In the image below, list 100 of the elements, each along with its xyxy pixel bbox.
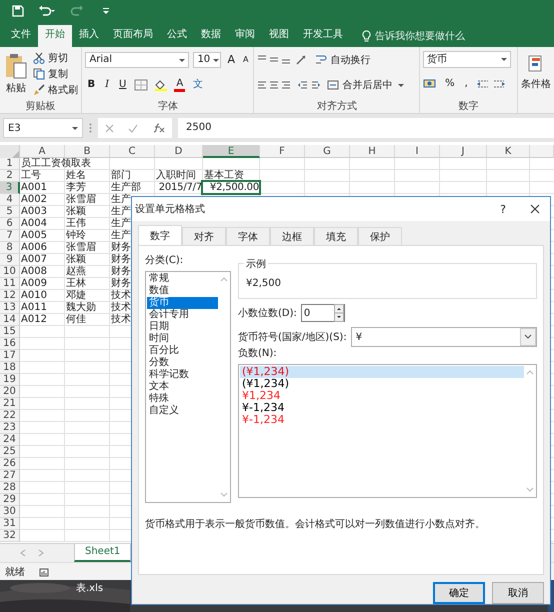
borders-icon[interactable] bbox=[134, 79, 148, 91]
row-header[interactable]: 27 bbox=[0, 470, 20, 482]
ribbon-tab[interactable]: 页面布局 bbox=[106, 25, 160, 47]
row-header[interactable]: 20 bbox=[0, 386, 20, 398]
negative-format-item[interactable]: ¥-1,234 bbox=[240, 402, 524, 414]
category-item[interactable]: 日期 bbox=[147, 321, 218, 333]
category-item[interactable]: 自定义 bbox=[147, 405, 218, 417]
save-icon[interactable] bbox=[12, 5, 24, 17]
category-item[interactable]: 科学记数 bbox=[147, 369, 218, 381]
align-icons[interactable] bbox=[257, 54, 292, 66]
merge-center-button[interactable]: 合并后居中 bbox=[327, 78, 404, 92]
shrink-font-button[interactable]: A bbox=[240, 53, 250, 67]
column-header[interactable]: H bbox=[350, 145, 395, 158]
dialog-tab[interactable]: 保护 bbox=[358, 227, 402, 245]
row-header[interactable]: 24 bbox=[0, 434, 20, 446]
row-header[interactable]: 15 bbox=[0, 326, 20, 338]
category-item[interactable]: 时间 bbox=[147, 333, 218, 345]
underline-button[interactable]: U bbox=[117, 78, 128, 92]
font-name-field[interactable]: Arial bbox=[85, 52, 190, 68]
row-header[interactable]: 5 bbox=[0, 206, 20, 218]
row-header[interactable]: 30 bbox=[0, 506, 20, 518]
ribbon-tab[interactable]: 数据 bbox=[194, 25, 228, 47]
row-header[interactable]: 19 bbox=[0, 374, 20, 386]
conditional-format-button[interactable]: 条件格 bbox=[521, 51, 551, 91]
phonetic-button[interactable]: 文 bbox=[191, 78, 206, 92]
category-item[interactable]: 会计专用 bbox=[147, 309, 218, 321]
grow-font-button[interactable]: A bbox=[225, 53, 237, 67]
negative-format-item[interactable]: ¥-1,234 bbox=[240, 414, 524, 426]
dialog-tab[interactable]: 边框 bbox=[270, 227, 314, 245]
percent-button[interactable]: % bbox=[443, 77, 457, 91]
negative-format-item[interactable]: ¥1,234 bbox=[240, 390, 524, 402]
ribbon-tab[interactable]: 视图 bbox=[262, 25, 296, 47]
customize-icon[interactable] bbox=[102, 7, 110, 15]
dialog-button[interactable]: 确定 bbox=[433, 582, 485, 604]
row-header[interactable]: 29 bbox=[0, 494, 20, 506]
font-color-button[interactable]: A bbox=[174, 78, 186, 92]
column-header[interactable]: K bbox=[487, 145, 530, 158]
category-item[interactable]: 分数 bbox=[147, 357, 218, 369]
ribbon-tab[interactable]: 插入 bbox=[72, 25, 106, 47]
row-header[interactable]: 23 bbox=[0, 422, 20, 434]
macro-record-icon[interactable] bbox=[39, 566, 49, 576]
row-header[interactable]: 4 bbox=[0, 194, 20, 206]
row-header[interactable]: 11 bbox=[0, 278, 20, 290]
file-label[interactable]: 表.xls bbox=[76, 581, 104, 595]
wrap-text-button[interactable]: 自动换行 bbox=[315, 53, 370, 67]
row-header[interactable]: 6 bbox=[0, 218, 20, 230]
category-item[interactable]: 文本 bbox=[147, 381, 218, 393]
copy-button[interactable]: 复制 bbox=[33, 67, 78, 81]
row-header[interactable]: 31 bbox=[0, 518, 20, 530]
column-header[interactable]: G bbox=[305, 145, 350, 158]
row-header[interactable]: 21 bbox=[0, 398, 20, 410]
ribbon-tab[interactable]: 开始 bbox=[38, 25, 72, 47]
row-header[interactable]: 32 bbox=[0, 530, 20, 542]
category-item[interactable]: 常规 bbox=[147, 273, 218, 285]
category-item[interactable]: 特殊 bbox=[147, 393, 218, 405]
row-header[interactable]: 16 bbox=[0, 338, 20, 350]
sheet-tab[interactable]: Sheet1 bbox=[74, 544, 132, 562]
bold-button[interactable]: B bbox=[85, 78, 98, 92]
justify-icons[interactable] bbox=[257, 79, 292, 91]
close-icon[interactable] bbox=[530, 204, 540, 214]
tell-me-search[interactable]: 告诉我你想要做什么 bbox=[375, 29, 465, 43]
dialog-tab[interactable]: 数字 bbox=[138, 225, 182, 245]
category-item[interactable]: 货币 bbox=[147, 297, 218, 309]
paste-button[interactable]: 粘贴 bbox=[3, 51, 29, 99]
row-header[interactable]: 25 bbox=[0, 446, 20, 458]
decimals-spinner[interactable]: 0 bbox=[300, 304, 345, 322]
column-header[interactable]: A bbox=[20, 145, 65, 158]
column-header[interactable]: J bbox=[440, 145, 487, 158]
undo-icon[interactable] bbox=[38, 5, 56, 17]
row-header[interactable]: 13 bbox=[0, 302, 20, 314]
row-header[interactable]: 1 bbox=[0, 158, 20, 170]
function-icon[interactable] bbox=[152, 123, 165, 133]
row-header[interactable]: 10 bbox=[0, 266, 20, 278]
row-header[interactable]: 18 bbox=[0, 362, 20, 374]
row-header[interactable]: 9 bbox=[0, 254, 20, 266]
indent-icons[interactable] bbox=[297, 79, 322, 91]
comma-button[interactable]: , bbox=[462, 77, 470, 91]
column-header[interactable]: C bbox=[110, 145, 155, 158]
column-header[interactable]: I bbox=[395, 145, 440, 158]
accounting-icon[interactable] bbox=[423, 78, 438, 90]
row-header[interactable]: 2 bbox=[0, 170, 20, 182]
row-header[interactable]: 8 bbox=[0, 242, 20, 254]
row-header[interactable]: 17 bbox=[0, 350, 20, 362]
column-header[interactable]: D bbox=[155, 145, 203, 158]
number-format-field[interactable]: 货币 bbox=[423, 51, 512, 68]
row-header[interactable]: 12 bbox=[0, 290, 20, 302]
spin-arrows-icon[interactable] bbox=[334, 304, 344, 322]
ribbon-tab[interactable]: 公式 bbox=[160, 25, 194, 47]
format-painter-button[interactable]: 格式刷 bbox=[33, 83, 78, 97]
ribbon-tab[interactable]: 文件 bbox=[4, 25, 38, 47]
negative-format-item[interactable]: (¥1,234) bbox=[240, 366, 524, 378]
column-header[interactable]: B bbox=[65, 145, 110, 158]
name-box[interactable]: E3 bbox=[3, 118, 83, 138]
column-header[interactable]: F bbox=[260, 145, 305, 158]
row-header[interactable]: 14 bbox=[0, 314, 20, 326]
italic-button[interactable]: I bbox=[103, 78, 112, 92]
font-size-field[interactable]: 10 bbox=[193, 52, 222, 68]
ribbon-tab[interactable]: 开发工具 bbox=[296, 25, 350, 47]
negative-format-item[interactable]: (¥1,234) bbox=[240, 378, 524, 390]
dialog-tab[interactable]: 对齐 bbox=[182, 227, 226, 245]
